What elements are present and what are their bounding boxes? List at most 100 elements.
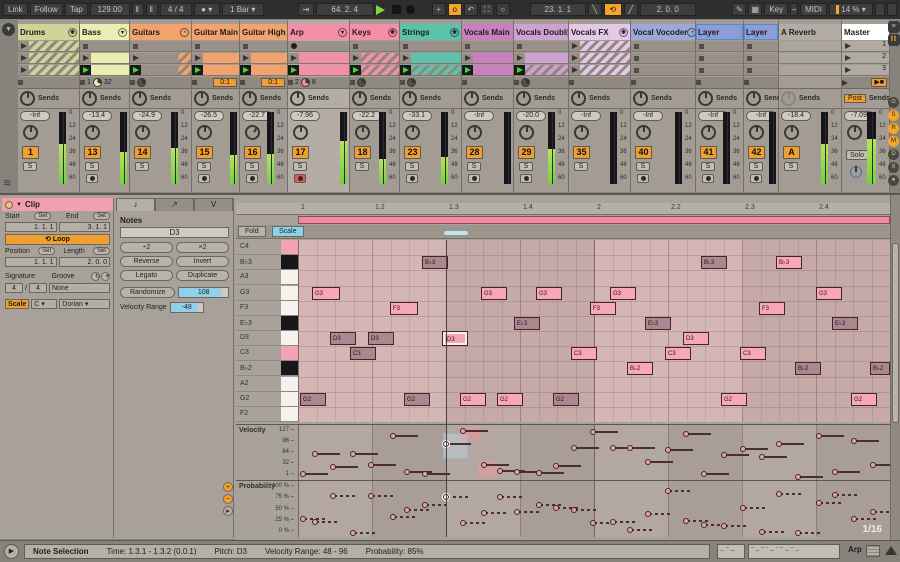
midi-note[interactable]: G3 [312, 287, 340, 300]
back-to-arrangement-play[interactable] [842, 80, 848, 86]
track-number-box[interactable]: 1 [22, 146, 39, 159]
loop-switch[interactable]: ⟲ [604, 3, 622, 16]
track-guitar-main[interactable]: Guitar Main0:1Sends-26.515S [192, 20, 240, 192]
clip-slot[interactable] [744, 53, 778, 64]
pan-knob[interactable] [784, 125, 799, 140]
lane-grid[interactable] [298, 425, 890, 480]
clip-launch-button[interactable] [288, 53, 299, 63]
clip-body[interactable] [525, 41, 568, 51]
track-stop-row[interactable]: 0:1 [240, 77, 287, 89]
clip-slot[interactable] [779, 65, 841, 76]
clip-slot[interactable] [192, 53, 239, 64]
track-stop-row[interactable] [350, 77, 399, 89]
send-a-knob[interactable] [698, 91, 713, 106]
clip-slot[interactable] [130, 41, 191, 52]
clip-body[interactable] [580, 53, 630, 63]
key-row[interactable]: E♭3 [236, 316, 298, 331]
stop-all-button[interactable] [631, 80, 636, 85]
clip-body[interactable] [642, 53, 695, 63]
set-length-button[interactable]: Set [93, 247, 110, 255]
midi-note[interactable]: G3 [610, 287, 636, 300]
clip-body[interactable] [755, 53, 778, 63]
clip-slot[interactable] [240, 65, 287, 76]
arm-button[interactable] [86, 174, 98, 183]
track-stop-row[interactable]: 132 [80, 77, 129, 89]
mixer-strip[interactable]: -Inf40S01224364860 [631, 110, 695, 192]
volume-field[interactable]: -18.4 [781, 111, 811, 121]
clip-launch-button[interactable] [569, 65, 580, 75]
track-stop-row[interactable] [130, 77, 191, 89]
tap-tempo-button[interactable]: Tap [65, 3, 88, 16]
freeze-icon[interactable]: ❋ [566, 28, 568, 37]
pan-knob[interactable] [749, 125, 764, 140]
clip-launch-button[interactable] [350, 53, 361, 63]
track-strings[interactable]: Strings❋Sends-33.123S01224364860 [400, 20, 462, 192]
piano-key[interactable] [281, 301, 298, 315]
pan-knob[interactable] [467, 125, 482, 140]
midi-note[interactable]: E♭3 [832, 317, 858, 330]
clip-body[interactable] [251, 41, 287, 51]
clip-slot[interactable] [130, 65, 191, 76]
solo-button[interactable]: S [701, 162, 715, 171]
send-a-knob[interactable] [132, 91, 147, 106]
midi-note[interactable]: D3 [330, 332, 356, 345]
arm-button[interactable] [702, 174, 714, 183]
stop-all-button[interactable] [192, 80, 197, 85]
mixer-strip[interactable]: -Inf28S [462, 110, 513, 192]
midi-overdub-button[interactable]: o [448, 3, 462, 16]
track-stop-row[interactable] [18, 77, 79, 89]
clip-slot[interactable] [130, 53, 191, 64]
freeze-icon[interactable]: ❋ [619, 28, 628, 37]
nudge-down-button[interactable]: ‖ [132, 3, 144, 16]
pan-knob[interactable] [701, 125, 716, 140]
key-row[interactable]: C3 [236, 346, 298, 361]
piano-key[interactable] [281, 407, 298, 421]
track-bass[interactable]: Bass▾132Sends-13.413S [80, 20, 130, 192]
clip-launch-button[interactable] [80, 41, 91, 51]
pan-knob[interactable] [293, 125, 308, 140]
pan-knob[interactable] [519, 125, 534, 140]
show-overview-icon[interactable]: ≋ [3, 178, 11, 189]
sends-section[interactable]: Sends [744, 89, 778, 109]
clip-launch-button[interactable] [462, 41, 473, 51]
track-header[interactable]: A Reverb [779, 24, 841, 40]
volume-field[interactable]: -24.9 [132, 111, 162, 121]
track-layer[interactable]: LayerSends-Inf41S01224364860 [696, 20, 744, 192]
pan-knob[interactable] [574, 125, 589, 140]
midi-note[interactable]: D3 [368, 332, 394, 345]
clip-body[interactable] [251, 53, 287, 63]
clip-launch-button[interactable] [569, 53, 580, 63]
stop-all-button[interactable] [240, 80, 245, 85]
clip-launch-button[interactable] [744, 41, 755, 51]
midi-note[interactable]: G3 [816, 287, 842, 300]
arm-button[interactable] [750, 174, 762, 183]
clip-body[interactable] [580, 65, 630, 75]
set-position-button[interactable]: Set [38, 247, 55, 255]
clip-launch-button[interactable] [192, 65, 203, 75]
pan-knob[interactable] [85, 125, 100, 140]
clip-end-field[interactable]: 3. 1. 1 [59, 222, 111, 232]
pan-knob[interactable] [355, 125, 370, 140]
legato-button[interactable]: Legato [120, 270, 173, 281]
track-guitars[interactable]: Guitars◔Sends-24.914S01224364860 [130, 20, 192, 192]
clip-slot[interactable] [631, 65, 695, 76]
track-number-box[interactable]: 35 [573, 146, 590, 159]
clip-body[interactable] [707, 53, 743, 63]
clip-body[interactable] [203, 65, 239, 75]
track-stop-row[interactable] [696, 77, 743, 89]
clip-slot[interactable] [288, 65, 349, 76]
fold-icon[interactable]: ▾ [338, 28, 347, 37]
clip-body[interactable] [411, 53, 461, 63]
pan-knob[interactable] [636, 125, 651, 140]
solo-button[interactable]: S [749, 162, 763, 171]
sends-section[interactable]: Sends [569, 89, 630, 109]
arm-button[interactable] [468, 174, 480, 183]
volume-field[interactable]: -Inf [464, 111, 494, 121]
clip-launch-button[interactable] [514, 53, 525, 63]
show-crossfader-toggle[interactable]: X [888, 162, 899, 173]
track-stop-row[interactable] [514, 77, 568, 89]
track-header[interactable]: Drums❋ [18, 24, 79, 40]
clip-body[interactable] [411, 65, 461, 75]
arrangement-overview[interactable]: ‾~‾‾~‾‾~‾~ [748, 544, 840, 559]
cue-volume-knob[interactable] [850, 166, 862, 178]
